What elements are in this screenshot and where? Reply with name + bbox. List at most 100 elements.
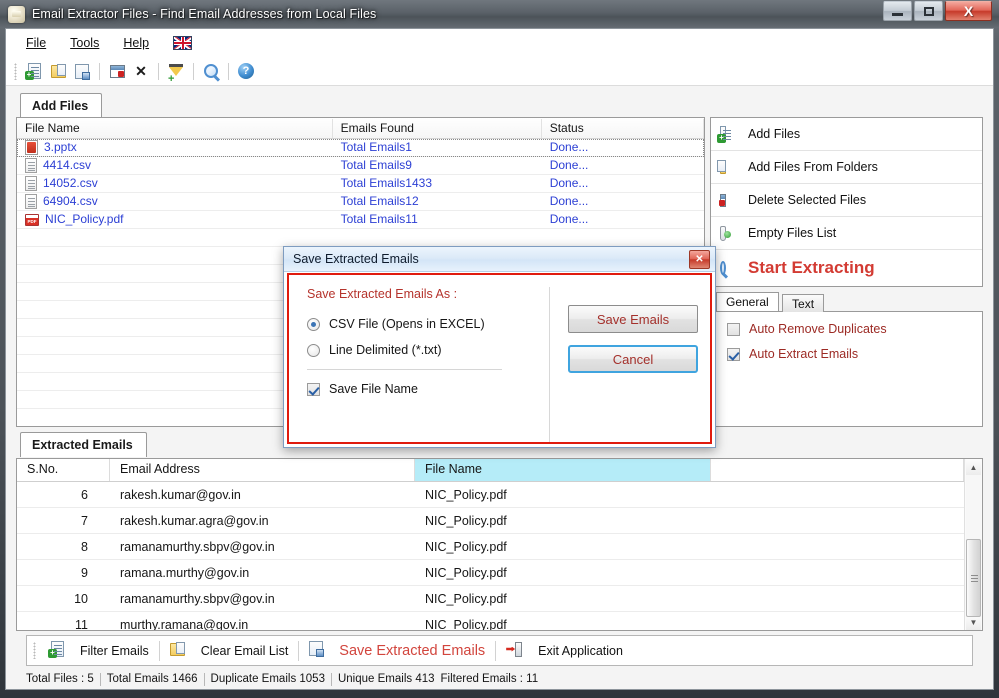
tab-general[interactable]: General [716, 292, 779, 311]
save-extracted-emails-button[interactable]: Save Extracted Emails [299, 639, 495, 663]
cell-email: rakesh.kumar.agra@gov.in [120, 513, 269, 528]
status-total-files: Total Files : 5 [20, 673, 100, 685]
cell-emails-found: Total Emails12 [340, 194, 419, 208]
minimize-icon [892, 13, 903, 16]
scrollbar-track[interactable] [966, 475, 981, 617]
cell-email: ramanamurthy.sbpv@gov.in [120, 539, 275, 554]
extracted-emails-panel: S.No. Email Address File Name 6 rakesh.k… [16, 458, 983, 631]
title-bar: Email Extractor Files - Find Email Addre… [0, 0, 999, 28]
table-row[interactable]: 11 murthy.ramana@gov.in NIC_Policy.pdf [17, 612, 964, 631]
col-header-status[interactable]: Status [542, 118, 704, 138]
menu-tools[interactable]: Tools [64, 33, 111, 53]
table-row[interactable]: 6 rakesh.kumar@gov.in NIC_Policy.pdf [17, 482, 964, 508]
close-button[interactable]: X [945, 1, 992, 21]
cell-status: Done... [549, 176, 589, 190]
action-add-files-from-folders[interactable]: Add Files From Folders [711, 151, 982, 184]
scroll-up-icon[interactable]: ▲ [966, 459, 981, 475]
exit-application-button[interactable]: Exit Application [496, 639, 633, 663]
vertical-scrollbar[interactable]: ▲ ▼ [964, 459, 982, 630]
menu-file[interactable]: File [20, 33, 58, 53]
col-header-sno[interactable]: S.No. [17, 459, 110, 481]
clear-list-icon [169, 641, 185, 656]
action-empty-files-list[interactable]: Empty Files List [711, 217, 982, 250]
cell-emails-found: Total Emails9 [340, 158, 412, 172]
status-unique-emails-label: Unique Emails [337, 673, 416, 685]
start-extracting-button[interactable]: Start Extracting [711, 250, 982, 286]
main-toolbar: + ✕ ? [6, 57, 993, 86]
bottom-toolbar-grip[interactable] [33, 642, 36, 659]
radio-csv-file[interactable]: CSV File (Opens in EXCEL) [307, 317, 541, 331]
toolbar-add-file-button[interactable]: + [23, 60, 45, 82]
window-controls: X [883, 1, 992, 22]
table-row[interactable]: NIC_Policy.pdf Total Emails11 Done... [17, 211, 704, 229]
toolbar-separator-1 [99, 62, 100, 80]
status-unique-emails-value: 413 [415, 673, 435, 685]
save-emails-button[interactable]: Save Emails [568, 305, 698, 333]
bottom-toolbar: + Filter Emails Clear Email List Save Ex… [26, 635, 973, 666]
menu-help-label: Help [123, 35, 150, 50]
action-add-folders-label: Add Files From Folders [748, 160, 878, 174]
toolbar-separator-2 [158, 62, 159, 80]
checkbox-save-file-name[interactable]: Save File Name [307, 382, 541, 396]
table-row[interactable]: 64904.csv Total Emails12 Done... [17, 193, 704, 211]
table-row[interactable]: 4414.csv Total Emails9 Done... [17, 157, 704, 175]
cell-file: NIC_Policy.pdf [425, 513, 507, 528]
filter-icon [168, 63, 183, 85]
checkbox-auto-remove-duplicates[interactable]: Auto Remove Duplicates [727, 322, 982, 336]
minimize-button[interactable] [883, 1, 912, 21]
toolbar-filter-button[interactable] [165, 60, 187, 85]
table-row[interactable]: 3.pptx Total Emails1 Done... [17, 139, 704, 157]
tab-add-files[interactable]: Add Files [20, 93, 103, 118]
magnifier-icon [720, 261, 726, 275]
cell-status: Done... [549, 140, 589, 154]
start-extracting-label: Start Extracting [748, 258, 875, 277]
col-header-file-name[interactable]: File Name [17, 118, 333, 138]
cell-sno: 10 [74, 591, 88, 606]
file-list-header: File Name Emails Found Status [17, 118, 704, 139]
pdf-icon [25, 213, 39, 226]
scrollbar-thumb[interactable] [966, 539, 981, 617]
table-row[interactable]: 10 ramanamurthy.sbpv@gov.in NIC_Policy.p… [17, 586, 964, 612]
toolbar-help-button[interactable]: ? [235, 60, 257, 82]
table-row[interactable]: 9 ramana.murthy@gov.in NIC_Policy.pdf [17, 560, 964, 586]
clear-email-list-button[interactable]: Clear Email List [160, 639, 299, 663]
action-delete-selected-files[interactable]: Delete Selected Files [711, 184, 982, 217]
filter-emails-button[interactable]: + Filter Emails [41, 639, 159, 663]
table-row[interactable]: 14052.csv Total Emails1433 Done... [17, 175, 704, 193]
status-unique-emails: Unique Emails 413 [332, 673, 441, 685]
menu-file-label: File [26, 35, 47, 50]
cell-sno: 6 [81, 487, 88, 502]
action-add-files[interactable]: + Add Files [711, 118, 982, 151]
status-filtered-emails-value: 11 [526, 673, 539, 685]
maximize-button[interactable] [914, 1, 943, 21]
toolbar-clear-button[interactable]: ✕ [130, 60, 152, 82]
cell-email: ramana.murthy@gov.in [120, 565, 250, 580]
cell-file-name: 64904.csv [43, 194, 98, 208]
table-row[interactable]: 7 rakesh.kumar.agra@gov.in NIC_Policy.pd… [17, 508, 964, 534]
tab-extracted-emails[interactable]: Extracted Emails [20, 432, 147, 457]
checkbox-box-checked [727, 347, 740, 361]
table-row[interactable]: 8 ramanamurthy.sbpv@gov.in NIC_Policy.pd… [17, 534, 964, 560]
app-window: Email Extractor Files - Find Email Addre… [0, 0, 999, 698]
dialog-close-button[interactable]: ✕ [689, 250, 710, 269]
menu-bar: File Tools Help [6, 29, 993, 57]
col-header-emails-found[interactable]: Emails Found [333, 118, 542, 138]
checkbox-auto-extract-emails[interactable]: Auto Extract Emails [727, 347, 982, 361]
toolbar-save-button[interactable] [71, 60, 93, 82]
toolbar-grip[interactable] [14, 62, 17, 80]
toolbar-search-button[interactable] [200, 60, 222, 82]
radio-line-delimited[interactable]: Line Delimited (*.txt) [307, 343, 541, 357]
cancel-button[interactable]: Cancel [568, 345, 698, 373]
dialog-divider [307, 369, 502, 370]
col-header-email-address[interactable]: Email Address [110, 459, 415, 481]
toolbar-delete-button[interactable] [106, 60, 128, 82]
checkbox-auto-extract-emails-label: Auto Extract Emails [749, 347, 859, 361]
col-header-file-name[interactable]: File Name [415, 459, 711, 481]
cell-emails-found: Total Emails11 [340, 212, 418, 226]
action-empty-label: Empty Files List [748, 226, 837, 240]
cell-emails-found: Total Emails1 [340, 140, 412, 154]
menu-help[interactable]: Help [117, 33, 161, 53]
uk-flag-icon[interactable] [173, 35, 193, 50]
tab-text[interactable]: Text [782, 294, 825, 312]
toolbar-add-folder-button[interactable] [47, 60, 69, 82]
